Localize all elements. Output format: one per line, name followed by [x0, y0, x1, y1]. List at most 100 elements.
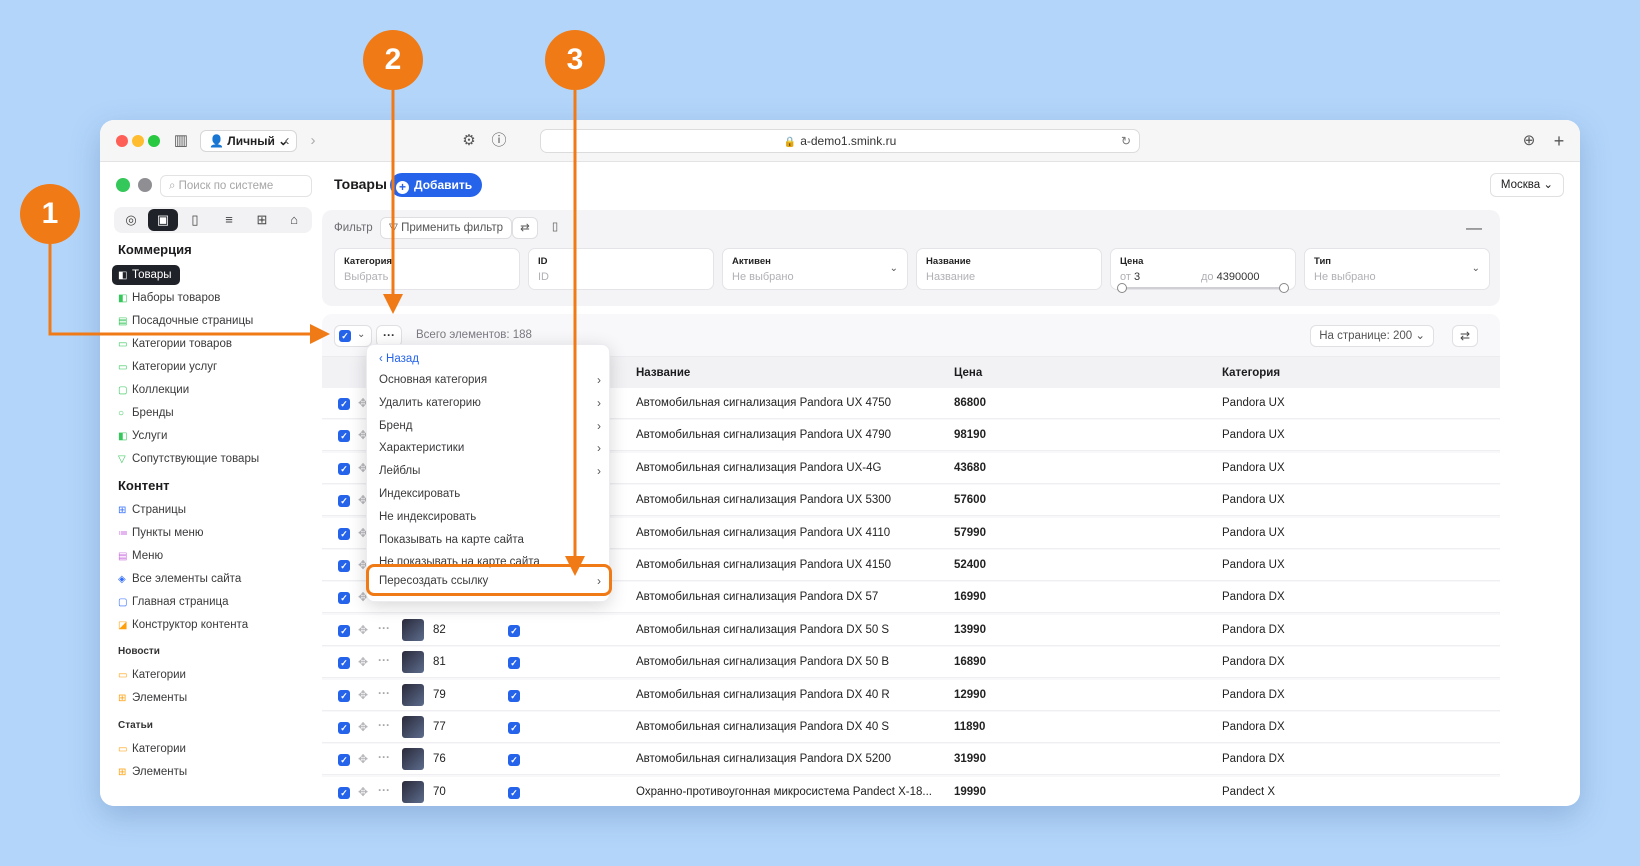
user-status-icon[interactable]: [116, 178, 130, 192]
active-checkbox[interactable]: ✓: [508, 722, 520, 734]
add-button[interactable]: + Добавить: [390, 173, 483, 197]
sidebar-item-news-categories[interactable]: ▭ Категории: [118, 665, 186, 685]
zoom-window-button[interactable]: [148, 135, 160, 147]
type-filter-field[interactable]: Тип Не выбрано ⌄: [1304, 248, 1490, 290]
row-checkbox[interactable]: ✓: [338, 657, 350, 670]
back-arrow-icon[interactable]: ‹: [276, 130, 298, 152]
table-row[interactable]: ✓ ✥ ··· 79 ✓ Автомобильная сигнализация Pando…: [322, 679, 1500, 711]
table-row[interactable]: ✓ ✥ ··· 82 ✓ Автомобильная сигнализация Pando…: [322, 614, 1500, 646]
tab-add-icon[interactable]: ⊞: [247, 209, 277, 231]
column-header-name[interactable]: Название: [636, 367, 690, 379]
row-name[interactable]: Автомобильная сигнализация Pandora UX 53…: [636, 494, 891, 506]
reload-icon[interactable]: ↻: [1121, 130, 1131, 152]
row-name[interactable]: Автомобильная сигнализация Pandora DX 40…: [636, 689, 890, 701]
sidebar-item-bundles[interactable]: ◧ Наборы товаров: [118, 288, 220, 308]
row-actions-icon[interactable]: ···: [378, 718, 390, 732]
sidebar-item-article-elements[interactable]: ⊞ Элементы: [118, 762, 187, 782]
price-to[interactable]: до 4390000: [1201, 271, 1259, 283]
new-tab-icon[interactable]: +: [1548, 130, 1570, 152]
active-checkbox[interactable]: ✓: [508, 689, 520, 702]
sliders-icon[interactable]: ⇄: [512, 217, 538, 239]
row-name[interactable]: Автомобильная сигнализация Pandora UX-4G: [636, 462, 881, 474]
row-checkbox[interactable]: ✓: [338, 722, 350, 734]
row-actions-icon[interactable]: ···: [378, 621, 390, 635]
drag-handle-icon[interactable]: ✥: [358, 752, 368, 766]
per-page-selector[interactable]: На странице: 200 ⌄: [1310, 325, 1434, 347]
sidebar-toggle-icon[interactable]: ▥: [170, 130, 192, 152]
price-filter-field[interactable]: Цена от 3 до 4390000: [1110, 248, 1296, 293]
row-checkbox[interactable]: ✓: [338, 430, 350, 443]
gear-icon[interactable]: ⚙: [458, 130, 480, 152]
row-name[interactable]: Охранно-противоугонная микросистема Pand…: [636, 786, 932, 798]
active-filter-field[interactable]: Активен Не выбрано ⌄: [722, 248, 908, 290]
table-row[interactable]: ✓ ✥ ··· 81 ✓ Автомобильная сигнализация Pando…: [322, 647, 1500, 679]
active-checkbox[interactable]: ✓: [508, 657, 520, 670]
row-name[interactable]: Автомобильная сигнализация Pandora UX 41…: [636, 559, 891, 571]
row-checkbox[interactable]: ✓: [338, 495, 350, 508]
menu-item[interactable]: Удалить категорию ›: [379, 392, 601, 414]
menu-item[interactable]: Индексировать: [379, 483, 601, 505]
sidebar-item-collections[interactable]: ▢ Коллекции: [118, 380, 189, 400]
price-from[interactable]: от 3: [1120, 271, 1140, 283]
row-name[interactable]: Автомобильная сигнализация Pandora UX 41…: [636, 527, 890, 539]
active-checkbox[interactable]: ✓: [508, 624, 520, 637]
close-window-button[interactable]: [116, 135, 128, 147]
sidebar-item-landing-pages[interactable]: ▤ Посадочные страницы: [118, 311, 253, 331]
city-selector[interactable]: Москва ⌄: [1489, 173, 1564, 197]
active-checkbox[interactable]: ✓: [508, 786, 520, 799]
menu-item[interactable]: Показывать на карте сайта: [379, 529, 601, 551]
menu-item[interactable]: Бренд ›: [379, 415, 601, 437]
sidebar-item-services[interactable]: ◧ Услуги: [118, 426, 167, 446]
tab-book-icon[interactable]: ▯: [180, 209, 210, 231]
drag-handle-icon[interactable]: ✥: [358, 720, 368, 734]
sidebar-item-all-elements[interactable]: ◈ Все элементы сайта: [118, 569, 241, 589]
column-header-price[interactable]: Цена: [954, 367, 982, 379]
sidebar-item-home-page[interactable]: ▢ Главная страница: [118, 592, 229, 612]
row-checkbox[interactable]: ✓: [338, 754, 350, 767]
row-checkbox[interactable]: ✓: [338, 398, 350, 410]
tab-sliders-icon[interactable]: ≡: [214, 209, 244, 231]
table-row[interactable]: ✓ ✥ ··· 77 ✓ Автомобильная сигнализация Pando…: [322, 712, 1500, 743]
row-actions-icon[interactable]: ···: [378, 686, 390, 700]
select-all-checkbox[interactable]: ✓ ⌄: [334, 325, 372, 347]
menu-item[interactable]: Основная категория ›: [379, 369, 601, 391]
row-name[interactable]: Автомобильная сигнализация Pandora UX 47…: [636, 397, 891, 409]
table-row[interactable]: ✓ ✥ ··· 76 ✓ Автомобильная сигнализация Pando…: [322, 744, 1500, 776]
tab-dashboard-icon[interactable]: ◎: [116, 209, 146, 231]
search-input[interactable]: ⌕ Поиск по системе: [160, 175, 312, 197]
settings-icon[interactable]: [138, 178, 152, 192]
column-header-category[interactable]: Категория: [1222, 367, 1280, 379]
save-filter-icon[interactable]: ▯: [544, 217, 566, 239]
menu-back-button[interactable]: ‹ Назад: [379, 353, 419, 365]
tab-catalog-icon[interactable]: ▣: [148, 209, 178, 231]
menu-item[interactable]: Характеристики ›: [379, 437, 601, 459]
active-checkbox[interactable]: ✓: [508, 754, 520, 767]
sidebar-item-related-products[interactable]: ▽ Сопутствующие товары: [118, 449, 259, 469]
row-name[interactable]: Автомобильная сигнализация Pandora DX 50…: [636, 656, 889, 668]
row-actions-icon[interactable]: ···: [378, 783, 390, 797]
menu-item[interactable]: Не индексировать: [379, 506, 601, 528]
row-checkbox[interactable]: ✓: [338, 560, 350, 572]
forward-arrow-icon[interactable]: ›: [302, 130, 324, 152]
row-name[interactable]: Автомобильная сигнализация Pandora DX 52…: [636, 753, 891, 765]
sidebar-item-product-categories[interactable]: ▭ Категории товаров: [118, 334, 232, 354]
category-filter-field[interactable]: Категория Выбрать: [334, 248, 520, 290]
tab-brush-icon[interactable]: ⌂: [279, 209, 309, 231]
sidebar-item-news-elements[interactable]: ⊞ Элементы: [118, 688, 187, 708]
download-icon[interactable]: ⊕: [1518, 130, 1540, 152]
price-slider-min-handle[interactable]: [1117, 283, 1127, 293]
minimize-window-button[interactable]: [132, 135, 144, 147]
info-icon[interactable]: ⓘ: [488, 130, 510, 152]
apply-filter-button[interactable]: ▽ Применить фильтр: [380, 217, 513, 239]
sidebar-item-content-builder[interactable]: ◪ Конструктор контента: [118, 615, 248, 635]
drag-handle-icon[interactable]: ✥: [358, 785, 368, 799]
sidebar-item-pages[interactable]: ⊞ Страницы: [118, 500, 186, 520]
row-checkbox[interactable]: ✓: [338, 624, 350, 637]
table-row[interactable]: ✓ ✥ ··· 70 ✓ Охранно-противоугонная микросист…: [322, 776, 1500, 806]
row-name[interactable]: Автомобильная сигнализация Pandora DX 57: [636, 591, 878, 603]
row-checkbox[interactable]: ✓: [338, 786, 350, 799]
row-actions-icon[interactable]: ···: [378, 750, 390, 764]
sidebar-item-products[interactable]: ◧ Товары: [112, 265, 180, 285]
drag-handle-icon[interactable]: ✥: [358, 623, 368, 637]
row-checkbox[interactable]: ✓: [338, 527, 350, 540]
